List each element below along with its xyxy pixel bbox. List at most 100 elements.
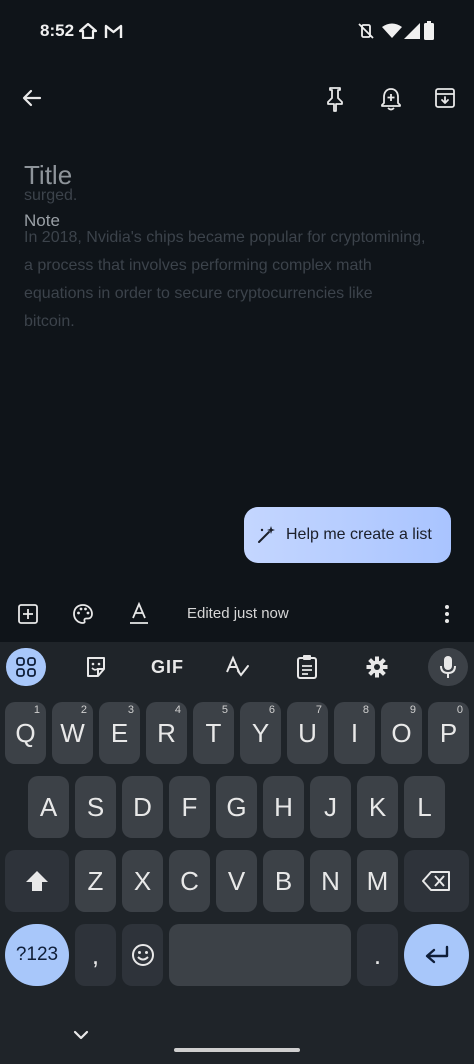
key-label: P [439, 717, 458, 748]
help-me-create-list-button[interactable]: Help me create a list [244, 507, 451, 563]
key-hint: 8 [362, 704, 369, 716]
magic-wand-icon [258, 526, 275, 543]
key-label: W [60, 717, 85, 748]
mic-icon [440, 656, 456, 678]
key-label: B [274, 865, 293, 896]
key-label: K [368, 791, 387, 822]
key-q[interactable]: Q1 [5, 702, 46, 764]
backspace-icon [421, 871, 450, 891]
gesture-nav-bar[interactable] [174, 1048, 300, 1052]
key-label: G [226, 791, 247, 822]
pin-icon[interactable] [323, 86, 347, 112]
key-f[interactable]: F [169, 776, 210, 838]
key-label: F [181, 791, 198, 822]
key-label: V [227, 865, 246, 896]
gmail-icon [104, 24, 123, 38]
key-c[interactable]: C [169, 850, 210, 912]
ghost-text-line: equations in order to secure cryptocurre… [24, 285, 373, 302]
key-s[interactable]: S [75, 776, 116, 838]
title-input[interactable]: Title [24, 160, 72, 191]
more-vert-icon[interactable] [435, 602, 459, 626]
key-b[interactable]: B [263, 850, 304, 912]
text-format-icon[interactable] [127, 601, 151, 627]
gif-icon[interactable]: GIF [151, 657, 184, 678]
key-label: N [321, 865, 340, 896]
vibrate-off-icon [358, 23, 374, 39]
chevron-down-icon[interactable] [72, 1028, 90, 1042]
ghost-text-line: bitcoin. [24, 313, 75, 330]
key-label: Z [87, 865, 104, 896]
key-a[interactable]: A [28, 776, 69, 838]
key-label: O [391, 717, 412, 748]
key-r[interactable]: R4 [146, 702, 187, 764]
shift-key[interactable] [5, 850, 69, 912]
key-z[interactable]: Z [75, 850, 116, 912]
key-hint: 3 [127, 704, 134, 716]
key-t[interactable]: T5 [193, 702, 234, 764]
key-w[interactable]: W2 [52, 702, 93, 764]
key-g[interactable]: G [216, 776, 257, 838]
key-label: . [373, 939, 382, 970]
archive-icon[interactable] [433, 86, 457, 110]
key-y[interactable]: Y6 [240, 702, 281, 764]
edited-status: Edited just now [187, 605, 289, 622]
back-arrow-icon[interactable] [20, 86, 44, 110]
key-k[interactable]: K [357, 776, 398, 838]
apps-grid-icon [16, 657, 36, 677]
wifi-icon [382, 23, 402, 38]
key-hint: 2 [80, 704, 87, 716]
key-label: X [133, 865, 152, 896]
add-box-icon[interactable] [16, 602, 40, 626]
symbols-key[interactable]: ?123 [5, 924, 69, 986]
key-d[interactable]: D [122, 776, 163, 838]
key-label: ?123 [15, 944, 59, 965]
battery-icon [424, 21, 434, 40]
key-hint: 7 [315, 704, 322, 716]
key-label: R [157, 717, 176, 748]
key-label: M [366, 865, 389, 896]
palette-icon[interactable] [71, 602, 95, 626]
clipboard-icon[interactable] [296, 654, 318, 680]
key-hint: 0 [456, 704, 463, 716]
key-label: C [180, 865, 199, 896]
emoji-icon [131, 944, 154, 966]
key-label: Q [15, 717, 36, 748]
key-hint: 4 [174, 704, 181, 716]
note-input[interactable]: Note [24, 211, 60, 231]
key-hint: 6 [268, 704, 275, 716]
emoji-key[interactable] [122, 924, 163, 986]
comma-key[interactable]: , [75, 924, 116, 986]
key-u[interactable]: U7 [287, 702, 328, 764]
key-x[interactable]: X [122, 850, 163, 912]
key-hint: 9 [409, 704, 416, 716]
enter-icon [425, 945, 448, 964]
settings-icon[interactable] [365, 655, 389, 679]
key-label: T [205, 717, 222, 748]
enter-key[interactable] [404, 924, 469, 986]
sticker-icon[interactable] [84, 655, 108, 679]
key-j[interactable]: J [310, 776, 351, 838]
period-key[interactable]: . [357, 924, 398, 986]
signal-icon [404, 23, 420, 39]
key-m[interactable]: M [357, 850, 398, 912]
key-v[interactable]: V [216, 850, 257, 912]
key-label: L [417, 791, 432, 822]
ghost-text-line: In 2018, Nvidia's chips became popular f… [24, 229, 426, 246]
status-time: 8:52 [40, 21, 75, 40]
key-label: D [133, 791, 152, 822]
key-p[interactable]: P0 [428, 702, 469, 764]
key-h[interactable]: H [263, 776, 304, 838]
key-n[interactable]: N [310, 850, 351, 912]
key-label: Y [251, 717, 270, 748]
key-label: , [91, 939, 100, 970]
key-e[interactable]: E3 [99, 702, 140, 764]
space-key[interactable] [169, 924, 351, 986]
key-label: H [274, 791, 293, 822]
backspace-key[interactable] [404, 850, 469, 912]
handwriting-icon[interactable] [224, 655, 250, 679]
key-l[interactable]: L [404, 776, 445, 838]
key-i[interactable]: I8 [334, 702, 375, 764]
reminder-icon[interactable] [378, 86, 404, 112]
home-icon [79, 23, 97, 39]
key-o[interactable]: O9 [381, 702, 422, 764]
